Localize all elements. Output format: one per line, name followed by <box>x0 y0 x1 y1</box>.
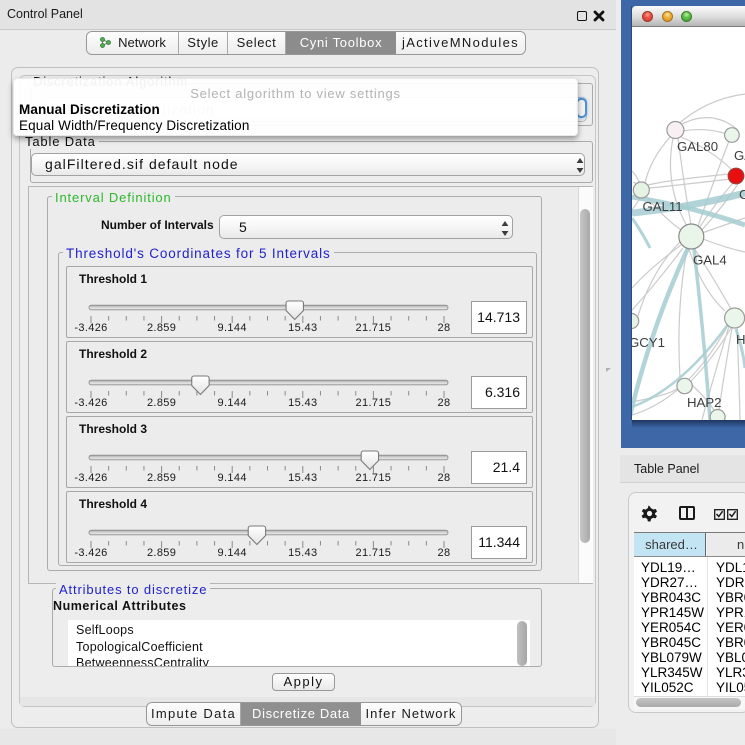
svg-text:HAP2: HAP2 <box>687 395 721 410</box>
svg-text:GAL80: GAL80 <box>677 139 718 154</box>
svg-text:CR: CR <box>739 187 745 202</box>
svg-text:HA: HA <box>736 332 745 347</box>
svg-text:GAL: GAL <box>734 148 745 163</box>
svg-text:GCY1: GCY1 <box>632 335 665 350</box>
svg-text:GAL11: GAL11 <box>643 199 683 214</box>
svg-text:GAL4: GAL4 <box>693 253 727 268</box>
